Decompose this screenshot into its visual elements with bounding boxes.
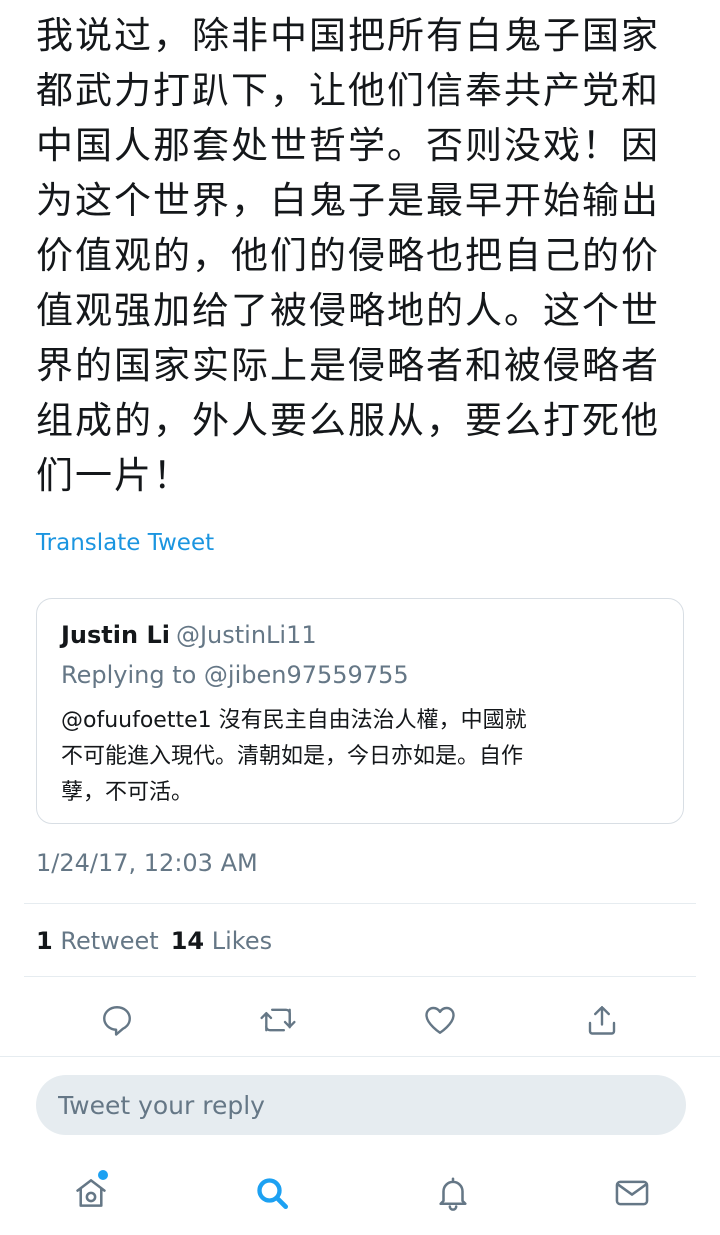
quoted-author-handle: @JustinLi11 [175,621,317,649]
likes-label: Likes [211,927,273,955]
translate-tweet-link[interactable]: Translate Tweet [36,528,214,558]
tweet-timestamp: 1/24/17, 12:03 AM [36,849,258,877]
share-icon [588,1006,616,1035]
search-icon [257,1178,288,1209]
likes-count: 14 [170,927,205,955]
retweet-button[interactable] [256,998,300,1042]
quoted-tweet-card[interactable]: Justin Li @JustinLi11 Replying to @jiben9… [36,598,684,824]
like-icon [425,1006,455,1034]
tab-notifications[interactable] [428,1168,478,1218]
quoted-tweet-text: @ofuufoette1 沒有民主自由法治人權，中國就 不可能進入現代。清朝如是… [61,708,527,805]
tweet-actions [0,990,720,1050]
retweet-icon [260,1008,296,1032]
retweets-label: Retweet [60,927,159,955]
reply-input[interactable] [36,1075,686,1135]
tab-search[interactable] [247,1168,297,1218]
tweet-stats: 1 Retweet 14 Likes [36,925,272,957]
notification-dot [98,1170,108,1180]
tweet-detail-screen: 我说过，除非中国把所有白鬼子国家 都武力打趴下，让他们信奉共产党和 中国人那套处… [0,0,720,1235]
divider [24,976,696,977]
reply-button[interactable] [95,998,139,1042]
like-button[interactable] [418,998,462,1042]
bottom-tab-bar [0,1154,720,1235]
quoted-author-name: Justin Li [61,621,170,649]
quoted-tweet-header: Justin Li @JustinLi11 [61,619,317,651]
quoted-replying-to: Replying to @jiben97559755 [61,661,409,689]
divider [24,903,696,904]
tweet-text: 我说过，除非中国把所有白鬼子国家 都武力打趴下，让他们信奉共产党和 中国人那套处… [36,14,660,497]
share-button[interactable] [580,998,624,1042]
messages-icon [615,1180,649,1206]
likes-stat[interactable]: 14 Likes [171,927,272,955]
retweets-count: 1 [36,927,53,955]
divider [0,1056,720,1057]
notifications-icon [439,1177,467,1211]
tab-messages[interactable] [607,1168,657,1218]
reply-icon [103,1006,131,1036]
retweets-stat[interactable]: 1 Retweet [36,927,159,955]
tab-home[interactable] [66,1168,116,1218]
reply-composer [0,1058,720,1154]
